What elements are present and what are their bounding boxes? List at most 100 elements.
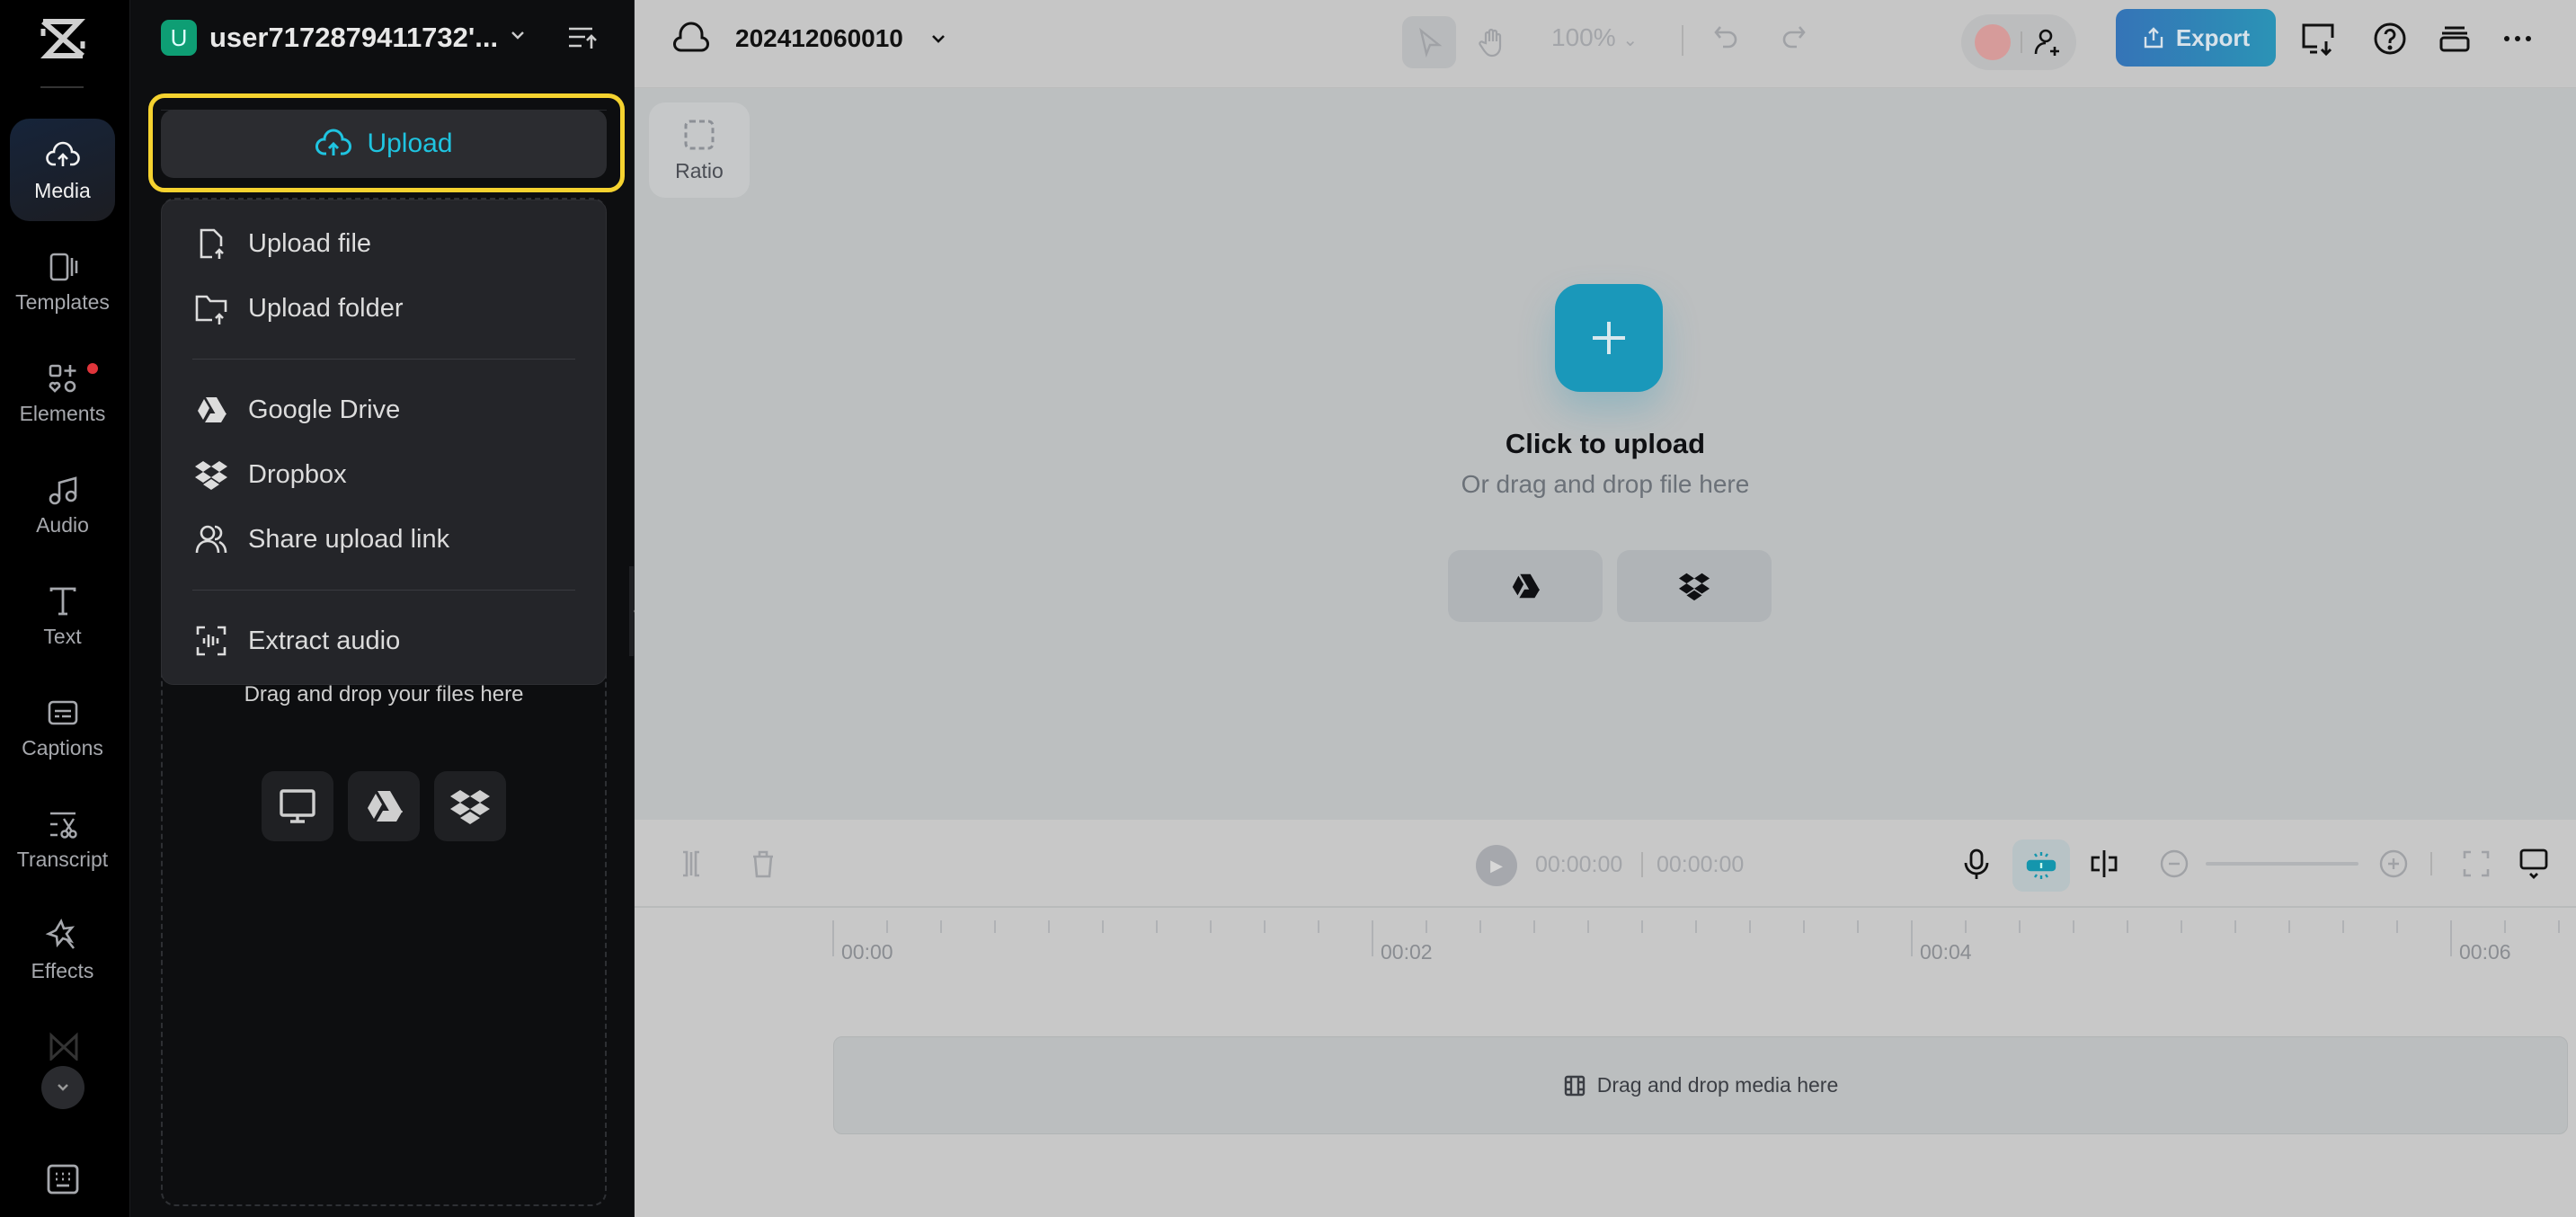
export-icon (2144, 27, 2163, 49)
menu-divider (192, 590, 575, 591)
rail-item-label: Transcript (16, 847, 109, 871)
ruler-tick (1426, 920, 1427, 933)
ratio-button[interactable]: Ratio (649, 102, 750, 198)
canvas-google-drive-button[interactable] (1448, 550, 1603, 622)
upload-button-label: Upload (367, 129, 453, 158)
rail-item-elements[interactable]: Elements (10, 342, 115, 444)
ruler-label: 00:00 (841, 940, 893, 964)
keyboard-icon[interactable] (46, 1163, 80, 1195)
delete-icon[interactable] (746, 847, 780, 881)
more-options-icon[interactable] (2499, 20, 2536, 58)
sort-icon[interactable] (565, 22, 598, 54)
storage-icon[interactable] (2436, 20, 2474, 58)
top-bar: 202412060010 100% ⌄ Export (635, 0, 2576, 88)
ruler-tick (886, 920, 888, 933)
timeline-toolbar: ▶ 00:00:00 00:00:00 (635, 820, 2576, 908)
rail-item-label: Audio (36, 512, 89, 537)
avatar: U (161, 20, 197, 56)
upload-dropdown-menu: Upload file Upload folder Google Drive D… (161, 200, 607, 685)
project-title[interactable]: 202412060010 (672, 20, 948, 58)
chevron-down-icon[interactable] (508, 25, 528, 45)
rail-item-audio[interactable]: Audio (10, 453, 115, 555)
ruler-tick (2019, 920, 2021, 933)
ruler-tick (1911, 920, 1913, 956)
menu-item-google-drive[interactable]: Google Drive (162, 378, 606, 442)
plugin-icon[interactable] (49, 1032, 79, 1061)
add-media-button[interactable] (1555, 284, 1663, 392)
hand-tool[interactable] (1465, 16, 1519, 68)
ruler-tick (1965, 920, 1967, 933)
extract-audio-icon (196, 626, 227, 656)
rail-item-transcript[interactable]: Transcript (10, 787, 115, 890)
upload-button[interactable]: Upload (161, 110, 607, 178)
cursor-icon (1419, 27, 1443, 58)
menu-item-extract-audio[interactable]: Extract audio (162, 608, 606, 673)
rail-divider (40, 86, 84, 88)
ruler-tick (2181, 920, 2182, 933)
export-label: Export (2175, 23, 2251, 51)
menu-item-share-upload-link[interactable]: Share upload link (162, 507, 606, 572)
help-icon[interactable] (2371, 20, 2409, 58)
export-button[interactable]: Export (2116, 9, 2276, 67)
account-name: user7172879411732'... (209, 22, 499, 53)
main-area: 202412060010 100% ⌄ Export Ratio Click t… (635, 0, 2576, 1217)
google-drive-icon (1512, 573, 1541, 599)
menu-item-upload-file[interactable]: Upload file (162, 211, 606, 276)
present-download-icon[interactable] (2299, 20, 2337, 58)
google-drive-button[interactable] (348, 771, 420, 841)
menu-item-upload-folder[interactable]: Upload folder (162, 276, 606, 341)
undo-icon[interactable] (1711, 23, 1742, 54)
menu-item-dropbox[interactable]: Dropbox (162, 442, 606, 507)
timeline-zoom-slider[interactable] (2206, 862, 2358, 866)
ruler-tick (2127, 920, 2128, 933)
timeline-ruler[interactable]: 00:00 00:02 00:04 00:06 (635, 908, 2576, 980)
rail-item-text[interactable]: Text (10, 564, 115, 667)
aspect-ratio-icon (684, 120, 715, 149)
ruler-tick (1695, 920, 1697, 933)
canvas-dropbox-button[interactable] (1617, 550, 1772, 622)
nav-rail: Media Templates Elements Audio Text Capt… (0, 0, 130, 1217)
dropbox-icon (450, 790, 490, 824)
main-track-dropzone[interactable]: Drag and drop media here (833, 1036, 2568, 1134)
comment-icon[interactable] (2517, 847, 2551, 881)
play-button[interactable]: ▶ (1476, 845, 1517, 886)
account-switcher[interactable]: U user7172879411732'... (161, 18, 498, 58)
redo-icon[interactable] (1778, 23, 1808, 54)
rail-item-templates[interactable]: Templates (10, 230, 115, 333)
rail-item-captions[interactable]: Captions (10, 676, 115, 778)
auto-snap-toggle[interactable] (2012, 839, 2070, 892)
zoom-level-dropdown[interactable]: 100% ⌄ (1551, 23, 1638, 52)
menu-item-label: Extract audio (248, 626, 401, 655)
cloud-upload-icon (315, 129, 352, 155)
upload-file-icon (200, 228, 224, 259)
current-time: 00:00:00 (1535, 852, 1623, 877)
fullscreen-icon[interactable] (2459, 847, 2493, 881)
ruler-tick (1264, 920, 1266, 933)
ruler-tick (1857, 920, 1859, 933)
ruler-tick (1803, 920, 1805, 933)
dropbox-button[interactable] (434, 771, 506, 841)
upload-from-computer-button[interactable] (262, 771, 333, 841)
expand-rail-button[interactable] (41, 1066, 84, 1109)
rail-item-media[interactable]: Media (10, 119, 115, 221)
click-to-upload-text[interactable]: Click to upload (635, 428, 2576, 460)
collaborators[interactable] (1961, 14, 2076, 70)
upload-folder-icon (195, 295, 227, 324)
rail-item-effects[interactable]: Effects (10, 899, 115, 1001)
ruler-tick (1048, 920, 1050, 933)
toolbar-divider (1682, 25, 1683, 56)
rail-item-label: Media (34, 178, 91, 202)
templates-icon (49, 253, 77, 280)
menu-item-label: Upload folder (248, 293, 404, 323)
zoom-in-icon[interactable] (2376, 847, 2411, 881)
trim-icon[interactable] (674, 847, 708, 881)
music-note-icon (49, 475, 76, 504)
total-time: 00:00:00 (1657, 852, 1745, 877)
rail-item-label: Captions (22, 735, 103, 760)
split-icon[interactable] (2087, 847, 2121, 881)
share-link-icon (195, 525, 227, 554)
microphone-icon[interactable] (1959, 847, 1994, 881)
select-tool[interactable] (1402, 16, 1456, 68)
capcut-logo[interactable] (38, 16, 90, 61)
zoom-out-icon[interactable] (2157, 847, 2191, 881)
